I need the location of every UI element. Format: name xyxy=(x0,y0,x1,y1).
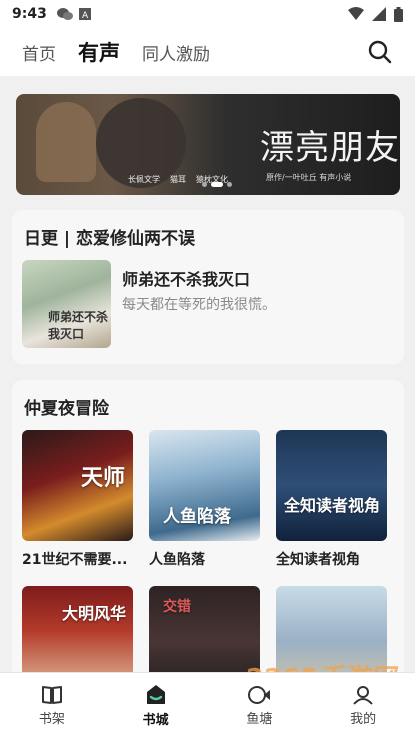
banner-character-art xyxy=(36,102,96,182)
banner-dot xyxy=(202,182,207,187)
book-item[interactable]: 交错 xyxy=(149,586,260,672)
banner-dot-active xyxy=(211,182,223,187)
cover-title: 人鱼陷落 xyxy=(163,507,231,527)
book-item[interactable]: 全知读者视角 全知读者视角 xyxy=(276,430,387,569)
tab-audio[interactable]: 有声 xyxy=(78,37,120,67)
wechat-icon xyxy=(56,8,73,20)
banner-author: 原作/一叶吐丘 xyxy=(266,173,317,182)
book-item[interactable]: 大明风华 xyxy=(22,586,133,672)
text-a-icon: A xyxy=(78,8,91,20)
signal-icon xyxy=(372,7,386,21)
search-button[interactable] xyxy=(367,39,393,65)
bottom-nav-label: 书架 xyxy=(38,711,65,727)
status-bar: 9:43 A xyxy=(0,0,415,28)
book-cover[interactable]: 交错 xyxy=(149,586,260,672)
top-nav: 首页 有声 同人激励 xyxy=(0,28,415,76)
bottom-nav-label: 书城 xyxy=(142,712,169,728)
fish-icon xyxy=(248,685,271,704)
store-icon xyxy=(146,684,165,704)
banner-brand: 有声小说 xyxy=(319,173,352,182)
banner-dot xyxy=(227,182,232,187)
bottom-nav-fishpond[interactable]: 鱼塘 xyxy=(208,673,312,738)
bottom-nav: 书架 书城 鱼塘 我的 xyxy=(0,672,415,738)
book-cover[interactable]: 师弟还不杀我灭口 xyxy=(22,260,111,348)
book-cover[interactable]: 大明风华 xyxy=(22,586,133,672)
book-cover[interactable]: 全知读者视角 xyxy=(276,430,387,541)
banner-pagination xyxy=(202,182,232,187)
bottom-nav-bookshelf[interactable]: 书架 xyxy=(0,673,104,738)
cover-title: 天师 xyxy=(80,465,125,491)
book-title[interactable]: 师弟还不杀我灭口 xyxy=(122,266,250,290)
book-item[interactable]: 天师 21世纪不需要... xyxy=(22,430,133,569)
tab-fanfic-incentive[interactable]: 同人激励 xyxy=(142,40,210,65)
bottom-nav-label: 鱼塘 xyxy=(246,711,273,727)
promo-banner[interactable]: 长佩文学 猫耳 猿枕文化 漂亮朋友 原作/一叶吐丘 有声小说 xyxy=(16,94,400,195)
bottom-nav-label: 我的 xyxy=(350,711,377,727)
book-cover[interactable]: 天师 xyxy=(22,430,133,541)
book-title[interactable]: 21世纪不需要... xyxy=(22,549,133,569)
profile-icon xyxy=(353,685,373,705)
book-icon xyxy=(41,685,62,704)
book-title[interactable]: 人鱼陷落 xyxy=(149,549,260,569)
bottom-nav-bookstore[interactable]: 书城 xyxy=(104,673,208,738)
book-title[interactable]: 全知读者视角 xyxy=(276,549,387,569)
publisher-label: 猫耳 xyxy=(170,175,186,184)
tab-home[interactable]: 首页 xyxy=(22,40,56,65)
wifi-icon xyxy=(348,7,364,20)
book-item[interactable]: 人鱼陷落 人鱼陷落 xyxy=(149,430,260,569)
main-content[interactable]: 长佩文学 猫耳 猿枕文化 漂亮朋友 原作/一叶吐丘 有声小说 日更 | 恋爱修仙… xyxy=(0,76,415,672)
book-subtitle: 每天都在等死的我很慌。 xyxy=(122,297,276,313)
banner-caption: 原作/一叶吐丘 有声小说 xyxy=(266,172,351,183)
svg-text:A: A xyxy=(82,11,89,20)
cover-title: 全知读者视角 xyxy=(284,496,381,515)
publisher-label: 长佩文学 xyxy=(128,175,160,184)
battery-icon xyxy=(394,6,403,22)
status-time: 9:43 xyxy=(12,6,47,22)
section-header: 仲夏夜冒险 xyxy=(24,399,109,419)
search-icon xyxy=(368,40,392,64)
bottom-nav-profile[interactable]: 我的 xyxy=(311,673,415,738)
daily-update-section: 日更 | 恋爱修仙两不误 师弟还不杀我灭口 师弟还不杀我灭口 每天都在等死的我很… xyxy=(12,210,404,364)
cover-title: 大明风华 xyxy=(62,604,127,623)
book-cover[interactable]: 人鱼陷落 xyxy=(149,430,260,541)
section-header: 日更 | 恋爱修仙两不误 xyxy=(24,229,196,249)
summer-adventure-section: 仲夏夜冒险 天师 21世纪不需要... 人鱼陷落 人鱼陷落 全知读者视角 全知读… xyxy=(12,380,404,672)
banner-title: 漂亮朋友 xyxy=(260,128,400,168)
cover-title: 师弟还不杀我灭口 xyxy=(48,310,109,341)
cover-title: 交错 xyxy=(163,599,191,615)
